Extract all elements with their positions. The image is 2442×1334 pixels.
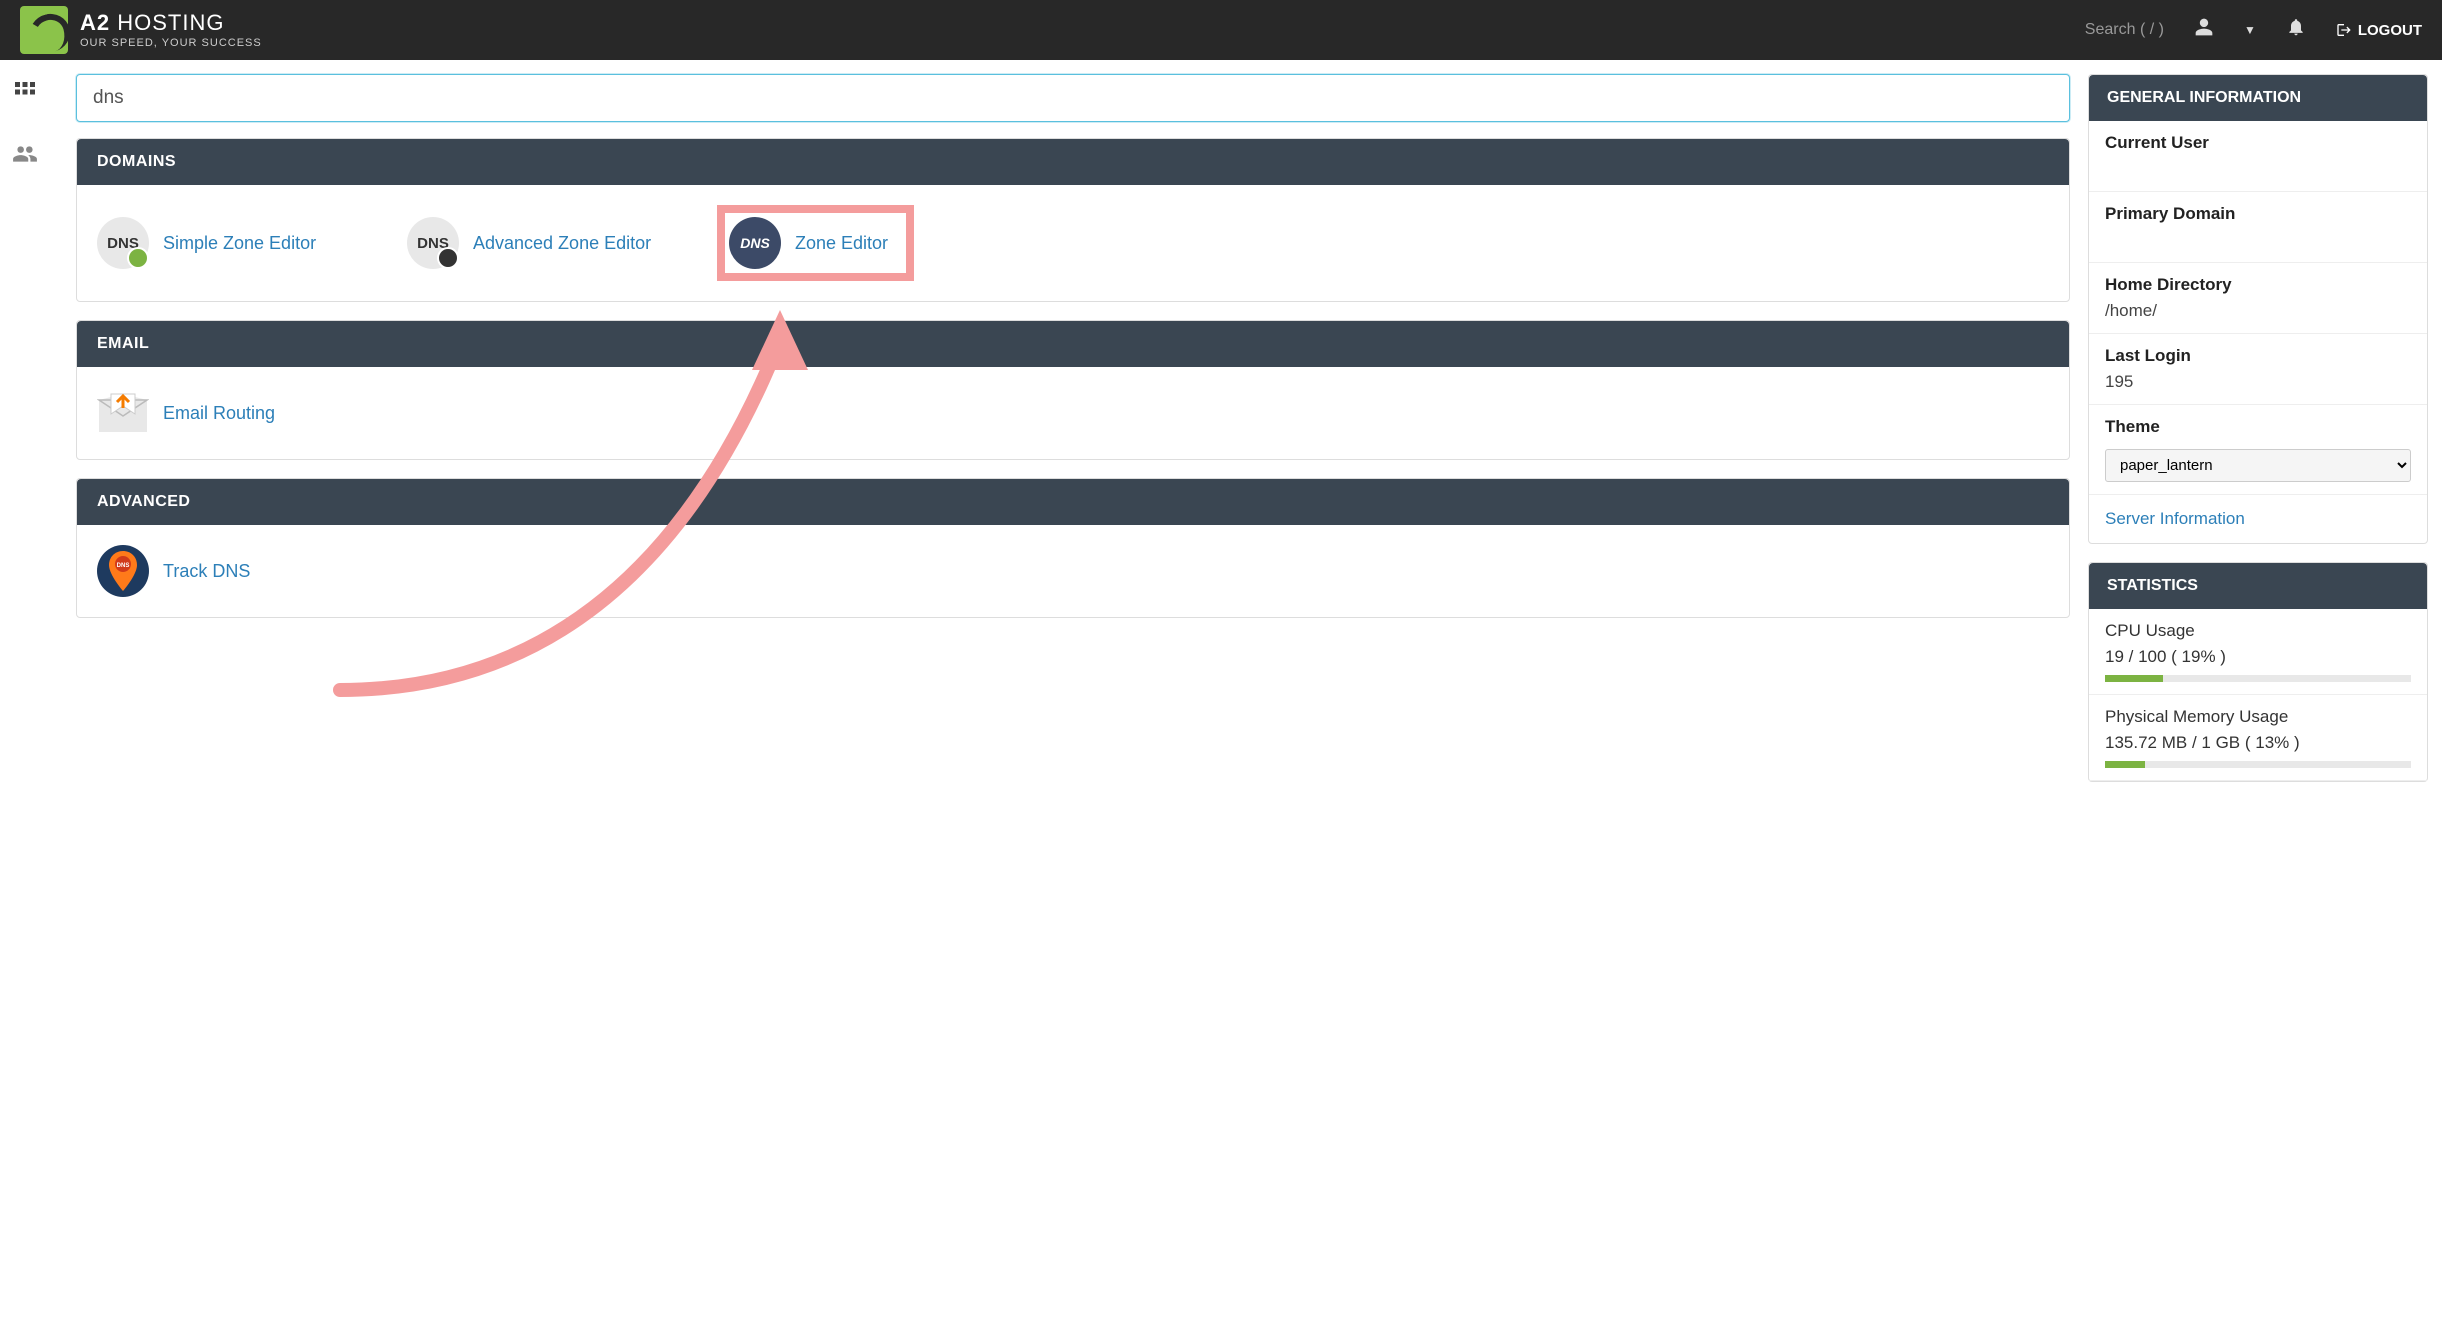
apps-grid-icon[interactable] bbox=[13, 80, 37, 111]
brand-tagline: OUR SPEED, YOUR SUCCESS bbox=[80, 38, 262, 49]
email-routing-item[interactable]: Email Routing bbox=[97, 387, 397, 439]
last-login-label: Last Login bbox=[2105, 346, 2411, 366]
current-user-row: Current User bbox=[2089, 121, 2427, 192]
logout-icon bbox=[2336, 22, 2352, 38]
user-icon[interactable] bbox=[2194, 17, 2214, 43]
memory-usage-label: Physical Memory Usage bbox=[2105, 707, 2411, 727]
current-user-value bbox=[2105, 159, 2411, 179]
statistics-panel: STATISTICS CPU Usage 19 / 100 ( 19% ) Ph… bbox=[2088, 562, 2428, 782]
a2-logo-icon bbox=[20, 6, 68, 54]
memory-usage-value: 135.72 MB / 1 GB ( 13% ) bbox=[2105, 733, 2411, 753]
notifications-bell-icon[interactable] bbox=[2286, 17, 2306, 43]
email-panel-header[interactable]: EMAIL bbox=[77, 321, 2069, 367]
home-directory-row: Home Directory /home/ bbox=[2089, 263, 2427, 334]
users-group-icon[interactable] bbox=[12, 141, 38, 174]
home-directory-label: Home Directory bbox=[2105, 275, 2411, 295]
primary-domain-label: Primary Domain bbox=[2105, 204, 2411, 224]
memory-usage-row: Physical Memory Usage 135.72 MB / 1 GB (… bbox=[2089, 695, 2427, 781]
memory-progress bbox=[2105, 761, 2411, 768]
theme-label: Theme bbox=[2105, 417, 2411, 437]
cpu-progress bbox=[2105, 675, 2411, 682]
track-dns-label: Track DNS bbox=[163, 561, 250, 582]
advanced-zone-editor-label: Advanced Zone Editor bbox=[473, 233, 651, 254]
domains-panel: DOMAINS DNS Simple Zone Editor DNS Advan… bbox=[76, 138, 2070, 302]
server-information-link[interactable]: Server Information bbox=[2089, 495, 2427, 543]
theme-row: Theme paper_lantern bbox=[2089, 405, 2427, 495]
zone-editor-item[interactable]: DNS Zone Editor bbox=[717, 205, 914, 281]
left-sidebar bbox=[0, 60, 50, 1334]
svg-text:DNS: DNS bbox=[117, 563, 130, 569]
last-login-value: 195 bbox=[2105, 372, 2411, 392]
simple-zone-editor-label: Simple Zone Editor bbox=[163, 233, 316, 254]
logout-label: LOGOUT bbox=[2358, 22, 2422, 39]
nav-search-label[interactable]: Search ( / ) bbox=[2085, 21, 2164, 39]
tool-search-input[interactable] bbox=[76, 74, 2070, 122]
primary-domain-row: Primary Domain bbox=[2089, 192, 2427, 263]
zone-editor-label: Zone Editor bbox=[795, 233, 888, 254]
advanced-zone-editor-icon: DNS bbox=[407, 217, 459, 269]
email-routing-label: Email Routing bbox=[163, 403, 275, 424]
primary-domain-value bbox=[2105, 230, 2411, 250]
general-info-header: GENERAL INFORMATION bbox=[2089, 75, 2427, 121]
brand-name-secondary: HOSTING bbox=[117, 10, 224, 35]
user-dropdown-caret-icon[interactable]: ▼ bbox=[2244, 23, 2256, 37]
brand-logo[interactable]: A2 HOSTING OUR SPEED, YOUR SUCCESS bbox=[20, 6, 262, 54]
cpu-usage-row: CPU Usage 19 / 100 ( 19% ) bbox=[2089, 609, 2427, 695]
general-info-panel: GENERAL INFORMATION Current User Primary… bbox=[2088, 74, 2428, 544]
simple-zone-editor-item[interactable]: DNS Simple Zone Editor bbox=[97, 205, 397, 281]
brand-name-primary: A2 bbox=[80, 10, 110, 35]
last-login-row: Last Login 195 bbox=[2089, 334, 2427, 405]
email-panel: EMAIL Email Routing bbox=[76, 320, 2070, 460]
zone-editor-icon: DNS bbox=[729, 217, 781, 269]
top-navbar: A2 HOSTING OUR SPEED, YOUR SUCCESS Searc… bbox=[0, 0, 2442, 60]
advanced-panel: ADVANCED DNS Track DNS bbox=[76, 478, 2070, 618]
cpu-usage-label: CPU Usage bbox=[2105, 621, 2411, 641]
cpu-usage-value: 19 / 100 ( 19% ) bbox=[2105, 647, 2411, 667]
memory-progress-bar bbox=[2105, 761, 2145, 768]
cpu-progress-bar bbox=[2105, 675, 2163, 682]
home-directory-value: /home/ bbox=[2105, 301, 2411, 321]
domains-panel-header[interactable]: DOMAINS bbox=[77, 139, 2069, 185]
advanced-panel-header[interactable]: ADVANCED bbox=[77, 479, 2069, 525]
track-dns-item[interactable]: DNS Track DNS bbox=[97, 545, 397, 597]
theme-select[interactable]: paper_lantern bbox=[2105, 449, 2411, 482]
current-user-label: Current User bbox=[2105, 133, 2411, 153]
track-dns-icon: DNS bbox=[97, 545, 149, 597]
email-routing-icon bbox=[97, 387, 149, 439]
simple-zone-editor-icon: DNS bbox=[97, 217, 149, 269]
statistics-header: STATISTICS bbox=[2089, 563, 2427, 609]
advanced-zone-editor-item[interactable]: DNS Advanced Zone Editor bbox=[407, 205, 707, 281]
logout-button[interactable]: LOGOUT bbox=[2336, 22, 2422, 39]
